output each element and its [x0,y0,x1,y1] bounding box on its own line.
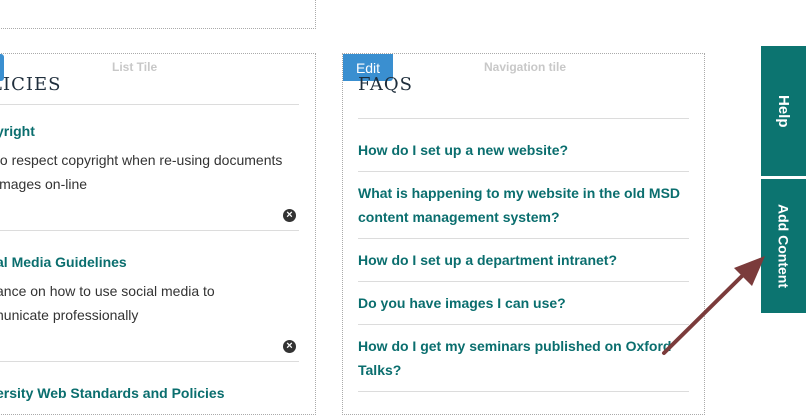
faq-link[interactable]: How do I get my seminars published on Ox… [358,325,689,392]
navigation-tile: Edit Navigation tile FAQS How do I set u… [342,53,705,415]
tile-heading: FAQS [358,74,414,95]
divider [0,361,299,362]
tile-type-label: List Tile [112,60,158,74]
list-item-title[interactable]: yright [0,123,296,139]
faq-list: How do I set up a new website? What is h… [358,129,689,392]
list-item-description: ance on how to use social media to nunic… [0,283,215,323]
divider [0,104,299,105]
divider [0,230,299,231]
help-tab-label: Help [775,94,792,128]
list-item: ersity Web Standards and Policies [0,385,296,401]
help-tab[interactable]: Help [761,46,806,176]
list-item: yright to respect copyright when re-usin… [0,123,296,196]
divider [358,118,689,119]
previous-tile [0,0,316,29]
list-item-description: to respect copyright when re-using docum… [0,152,283,192]
tile-type-label: Navigation tile [484,60,567,74]
faq-link[interactable]: How do I set up a new website? [358,129,689,172]
list-item-title[interactable]: ersity Web Standards and Policies [0,385,296,401]
add-content-tab-label: Add Content [775,204,792,288]
add-content-tab[interactable]: Add Content [761,179,806,313]
remove-circle-icon[interactable]: × [283,340,296,353]
faq-link[interactable]: How do I set up a department intranet? [358,239,689,282]
tile-heading: LICIES [0,74,62,95]
list-item: al Media Guidelines ance on how to use s… [0,254,296,327]
faq-link[interactable]: Do you have images I can use? [358,282,689,325]
remove-circle-icon[interactable]: × [283,209,296,222]
list-tile: List Tile LICIES yright to respect copyr… [0,53,316,415]
list-item-title[interactable]: al Media Guidelines [0,254,296,270]
faq-link[interactable]: What is happening to my website in the o… [358,172,689,239]
